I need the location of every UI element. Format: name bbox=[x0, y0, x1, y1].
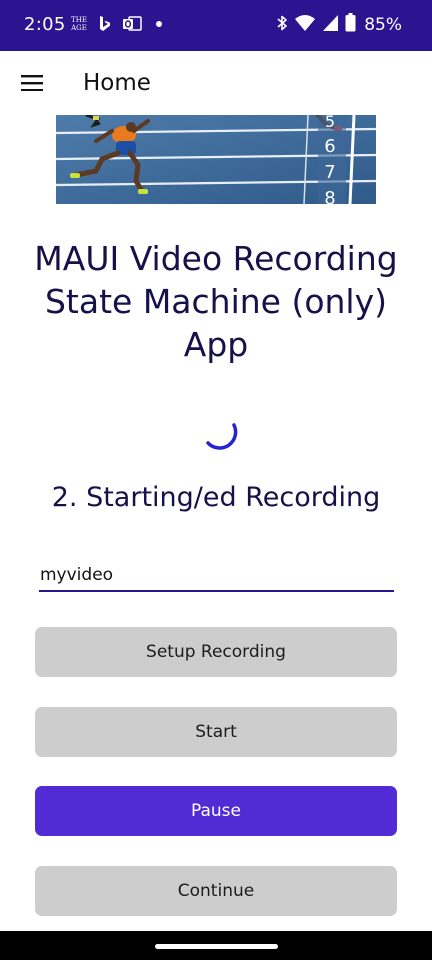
cell-signal-icon bbox=[322, 14, 339, 37]
hamburger-menu-icon[interactable] bbox=[12, 63, 52, 103]
system-navigation-bar bbox=[0, 931, 432, 960]
bluetooth-icon bbox=[276, 14, 288, 37]
wifi-icon bbox=[294, 14, 316, 37]
setup-recording-button[interactable]: Setup Recording bbox=[35, 627, 397, 677]
filename-input[interactable] bbox=[39, 560, 394, 592]
lane-number: 6 bbox=[324, 136, 335, 157]
status-right-group: 85% bbox=[276, 13, 402, 37]
lane-number: 7 bbox=[324, 162, 335, 183]
loading-spinner-icon bbox=[198, 413, 242, 457]
the-age-icon: THE AGE bbox=[70, 14, 88, 34]
app-headline: MAUI Video Recording State Machine (only… bbox=[34, 239, 398, 364]
lane-number: 5 bbox=[325, 115, 335, 131]
the-age-logo-bottom: AGE bbox=[71, 24, 87, 32]
battery-icon bbox=[345, 13, 356, 37]
home-gesture-handle[interactable] bbox=[155, 944, 278, 949]
the-age-logo-top: THE bbox=[71, 16, 87, 24]
app-bar: Home bbox=[0, 51, 432, 115]
start-button[interactable]: Start bbox=[35, 707, 397, 757]
page-title: Home bbox=[83, 70, 151, 96]
continue-button[interactable]: Continue bbox=[35, 866, 397, 916]
bing-icon bbox=[98, 14, 112, 34]
notification-dot-icon bbox=[154, 14, 164, 34]
status-time: 2:05 bbox=[24, 14, 66, 35]
outlook-icon bbox=[122, 14, 142, 34]
status-bar: 2:05 THE AGE 85% bbox=[0, 0, 432, 51]
pause-button[interactable]: Pause bbox=[35, 786, 397, 836]
battery-percentage: 85% bbox=[364, 15, 402, 35]
lane-number: 8 bbox=[324, 188, 335, 204]
recording-state-label: 2. Starting/ed Recording bbox=[51, 482, 381, 513]
sprinters-image: 5 6 7 8 bbox=[56, 115, 376, 204]
